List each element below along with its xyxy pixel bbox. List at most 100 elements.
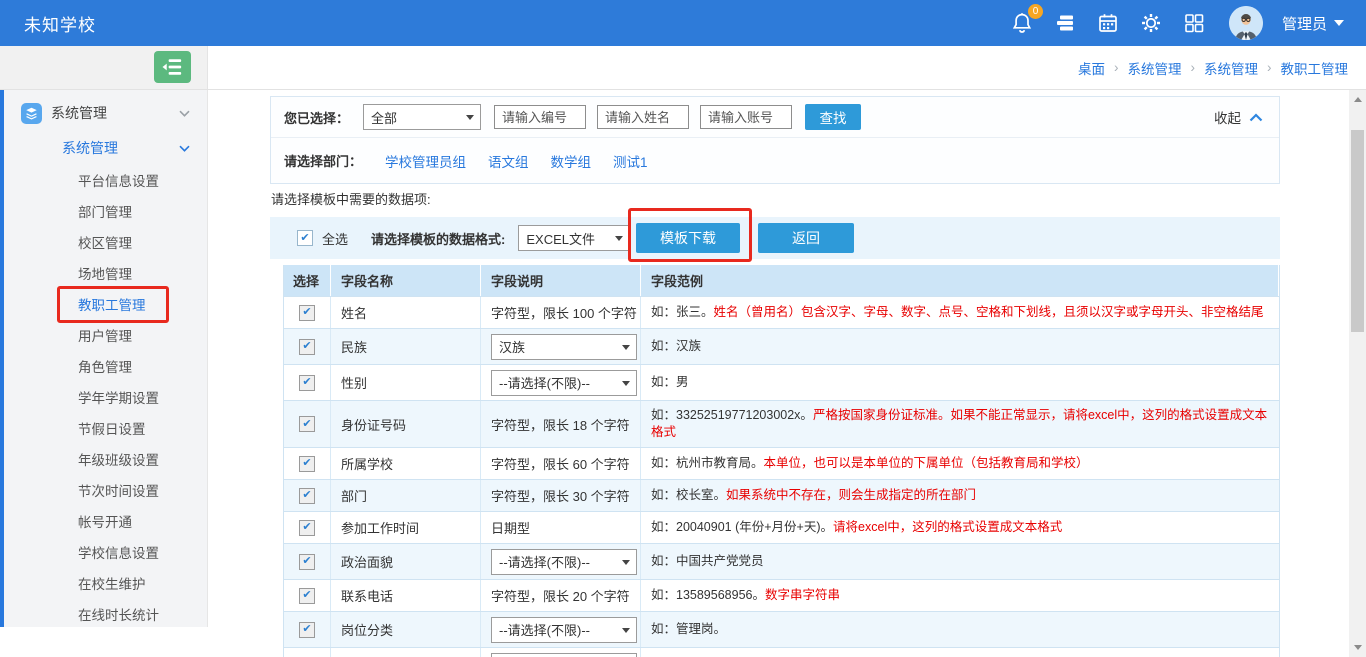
field-desc-select[interactable]: 汉族 (491, 334, 637, 360)
user-menu[interactable]: 管理员 (1282, 13, 1344, 34)
scope-select[interactable]: 全部 (363, 104, 481, 130)
field-desc-cell: --请选择(不限)-- (481, 612, 641, 647)
avatar[interactable] (1229, 6, 1263, 40)
field-name-cell: 所属学校 (331, 448, 481, 479)
filter-input[interactable] (700, 105, 792, 129)
field-desc-cell: 字符型，限长 30 个字符 (481, 480, 641, 511)
checkbox-cell (284, 544, 331, 579)
calendar-button[interactable] (1096, 11, 1120, 35)
sidebar-item[interactable]: 年级班级设置 (0, 445, 207, 476)
example-note: 请将excel中，这列的格式设置成文本格式 (833, 520, 1062, 534)
select-all-checkbox[interactable] (297, 230, 313, 246)
example-note: 数字串字符串 (765, 588, 840, 602)
filter-input[interactable] (597, 105, 689, 129)
collapse-label: 收起 (1214, 107, 1241, 127)
sidebar-item[interactable]: 教职工管理 (0, 290, 207, 321)
collapse-panel-link[interactable]: 收起 (1214, 107, 1279, 127)
department-link[interactable]: 语文组 (488, 151, 529, 171)
field-desc-cell: 日期型 (481, 512, 641, 543)
sidebar-item[interactable]: 帐号开通 (0, 507, 207, 538)
field-desc-select[interactable]: --请选择(不限)-- (491, 370, 637, 396)
field-desc-cell: --请选择(不限)-- (481, 648, 641, 657)
breadcrumb-item[interactable]: 教职工管理 (1281, 58, 1349, 78)
field-desc-cell: 字符型，限长 60 个字符 (481, 448, 641, 479)
department-link[interactable]: 学校管理员组 (385, 151, 466, 171)
table-row: 所属学校字符型，限长 60 个字符如：杭州市教育局。本单位，也可以是本单位的下属… (284, 448, 1279, 480)
sidebar-item[interactable]: 节次时间设置 (0, 476, 207, 507)
sidebar-subgroup-system-management[interactable]: 系统管理 (0, 130, 207, 166)
field-example-cell: 如：学前 (641, 648, 1279, 657)
sidebar-item[interactable]: 学年学期设置 (0, 383, 207, 414)
checkbox-cell (284, 448, 331, 479)
row-checkbox[interactable] (299, 305, 315, 321)
search-button[interactable]: 查找 (805, 104, 861, 130)
department-link[interactable]: 测试1 (613, 151, 648, 171)
row-checkbox[interactable] (299, 416, 315, 432)
field-name-cell: 岗位分类 (331, 612, 481, 647)
vertical-scrollbar[interactable] (1349, 90, 1366, 657)
field-desc-select[interactable]: --请选择(不限)-- (491, 653, 637, 657)
sidebar-item[interactable]: 角色管理 (0, 352, 207, 383)
sidebar-item[interactable]: 在校生维护 (0, 569, 207, 600)
grid-icon (1183, 12, 1205, 34)
checkbox-cell (284, 612, 331, 647)
field-desc-cell: 字符型，限长 18 个字符 (481, 401, 641, 447)
table-row: 身份证号码字符型，限长 18 个字符如：33252519771203002x。严… (284, 401, 1279, 448)
sidebar-item[interactable]: 场地管理 (0, 259, 207, 290)
breadcrumb-item[interactable]: 系统管理 (1128, 58, 1182, 78)
sidebar-item[interactable]: 平台信息设置 (0, 166, 207, 197)
apps-button[interactable] (1053, 11, 1077, 35)
sidebar-item[interactable]: 校区管理 (0, 228, 207, 259)
notifications-button[interactable]: 0 (1010, 11, 1034, 35)
sidebar-group-system-management[interactable]: 系统管理 (0, 96, 207, 130)
sidebar-item[interactable]: 学校信息设置 (0, 538, 207, 569)
sidebar-item[interactable]: 部门管理 (0, 197, 207, 228)
back-button[interactable]: 返回 (758, 223, 854, 253)
row-checkbox[interactable] (299, 622, 315, 638)
row-checkbox[interactable] (299, 339, 315, 355)
row-checkbox[interactable] (299, 456, 315, 472)
select-value: EXCEL文件 (526, 229, 595, 248)
field-desc-select[interactable]: --请选择(不限)-- (491, 549, 637, 575)
department-links: 学校管理员组 语文组 数学组 测试1 (385, 151, 648, 171)
example-text: 如：中国共产党党员 (651, 554, 764, 568)
department-link[interactable]: 数学组 (551, 151, 592, 171)
field-name-cell: 部门 (331, 480, 481, 511)
sidebar-item[interactable]: 节假日设置 (0, 414, 207, 445)
field-example-cell: 如：杭州市教育局。本单位，也可以是本单位的下属单位（包括教育局和学校） (641, 448, 1279, 479)
scrollbar-thumb[interactable] (1351, 130, 1364, 332)
settings-button[interactable] (1139, 11, 1163, 35)
user-avatar-image (1229, 6, 1263, 40)
filter-panel: 您已选择： 全部 查找 收起 请选择部门： 学校管理员组语文组数学组测试1 (270, 96, 1280, 184)
modules-button[interactable] (1182, 11, 1206, 35)
row-checkbox[interactable] (299, 554, 315, 570)
template-download-button[interactable]: 模板下载 (636, 223, 740, 253)
table-row: 岗位学段--请选择(不限)--如：学前 (284, 648, 1279, 657)
field-desc-select[interactable]: --请选择(不限)-- (491, 617, 637, 643)
row-checkbox[interactable] (299, 488, 315, 504)
app-header: 未知学校 0 (0, 0, 1366, 46)
breadcrumb-item[interactable]: 桌面 (1078, 58, 1105, 78)
filter-row: 您已选择： 全部 查找 收起 (271, 97, 1279, 138)
field-name-cell: 姓名 (331, 297, 481, 328)
checkbox-cell (284, 401, 331, 447)
row-checkbox[interactable] (299, 375, 315, 391)
sidebar-toggle-button[interactable] (154, 51, 191, 83)
sidebar: 系统管理 系统管理 平台信息设置部门管理校区管理场地管理教职工管理用户管理角色管… (0, 90, 208, 627)
filter-input[interactable] (494, 105, 586, 129)
select-value: --请选择(不限)-- (499, 552, 590, 571)
sidebar-item[interactable]: 用户管理 (0, 321, 207, 352)
field-example-cell: 如：33252519771203002x。严格按国家身份证标准。如果不能正常显示… (641, 401, 1279, 447)
format-select[interactable]: EXCEL文件 (518, 225, 630, 251)
row-checkbox[interactable] (299, 588, 315, 604)
field-example-cell: 如：张三。姓名（曾用名）包含汉字、字母、数字、点号、空格和下划线，且须以汉字或字… (641, 297, 1279, 328)
scroll-up-arrow[interactable] (1354, 97, 1362, 102)
sidebar-collapse-icon (160, 55, 185, 79)
checkbox-cell (284, 480, 331, 511)
row-checkbox[interactable] (299, 520, 315, 536)
breadcrumb-item[interactable]: 系统管理 (1204, 58, 1258, 78)
field-name-cell: 民族 (331, 329, 481, 364)
example-text: 如：汉族 (651, 339, 701, 353)
sidebar-item[interactable]: 在线时长统计 (0, 600, 207, 631)
scroll-down-arrow[interactable] (1354, 645, 1362, 650)
